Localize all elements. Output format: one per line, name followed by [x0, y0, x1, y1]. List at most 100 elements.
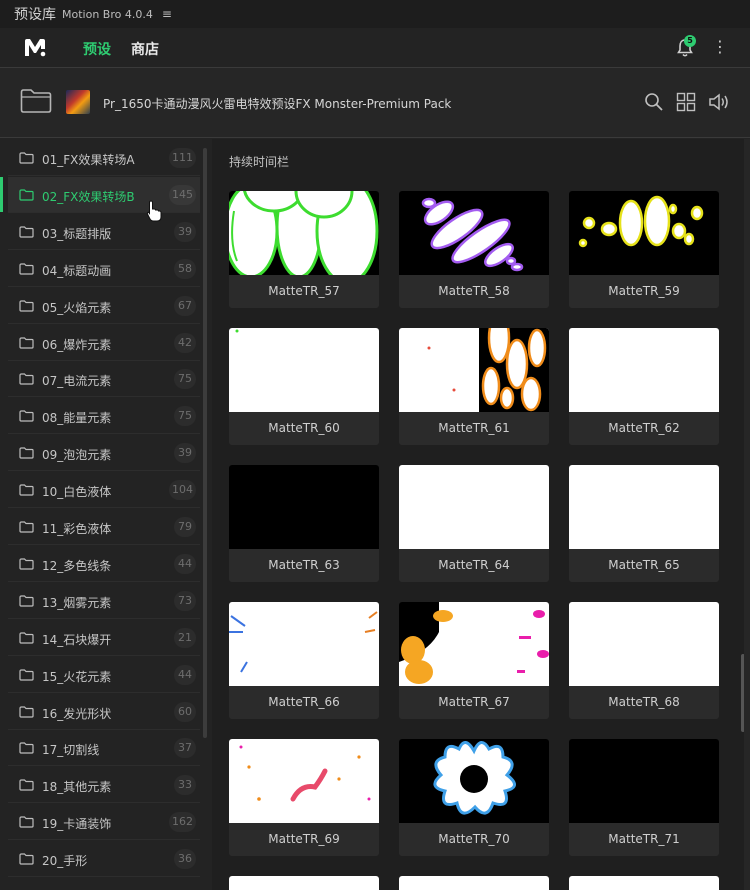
folder-icon [19, 853, 34, 865]
sidebar-item[interactable]: 18_其他元素 33 [8, 767, 200, 804]
folder-icon [19, 668, 34, 681]
sidebar-item-count: 75 [174, 369, 196, 390]
preset-label: MatteTR_70 [438, 832, 510, 846]
preset-card-partial[interactable] [229, 876, 379, 890]
preset-thumbnail [229, 739, 379, 823]
preset-card[interactable]: MatteTR_66 [229, 602, 379, 719]
sidebar-item-label: 08_能量元素 [42, 411, 112, 426]
preset-card[interactable]: MatteTR_64 [399, 465, 549, 582]
preset-thumbnail [569, 191, 719, 275]
search-icon[interactable] [644, 92, 664, 112]
preset-label: MatteTR_58 [438, 284, 510, 298]
sidebar-item-label: 04_标题动画 [42, 263, 112, 278]
preset-card[interactable]: MatteTR_62 [569, 328, 719, 445]
tab-store[interactable]: 商店 [131, 39, 159, 59]
preset-card-partial[interactable] [569, 876, 719, 890]
folder-icon[interactable] [20, 88, 52, 114]
folder-icon [19, 742, 34, 754]
preset-thumbnail [399, 602, 549, 686]
sidebar-item[interactable]: 14_石块爆开 21 [8, 620, 200, 656]
preset-card[interactable]: MatteTR_60 [229, 328, 379, 445]
preset-thumbnail [229, 328, 379, 412]
preset-label: MatteTR_63 [268, 558, 340, 572]
sidebar-item-label: 14_石块爆开 [42, 632, 112, 647]
window-title: 预设库 [14, 7, 56, 23]
sidebar-item-count: 39 [174, 443, 196, 464]
sidebar-item-label: 09_泡泡元素 [42, 448, 112, 463]
sidebar-item[interactable]: 03_标题排版 39 [8, 214, 200, 250]
grid-view-icon[interactable] [676, 92, 696, 112]
sidebar-item[interactable]: 04_标题动画 58 [8, 251, 200, 287]
folder-icon [19, 447, 34, 459]
sidebar-item-label: 10_白色液体 [42, 485, 112, 500]
sidebar-item[interactable]: 06_爆炸元素 42 [8, 325, 200, 361]
pack-title: Pr_1650卡通动漫风火雷电特效预设FX Monster-Premium Pa… [103, 97, 452, 111]
sidebar-item[interactable]: 05_火焰元素 67 [8, 288, 200, 324]
sidebar-item-label: 03_标题排版 [42, 226, 112, 241]
sidebar-item[interactable]: 19_卡通装饰 162 [8, 804, 200, 841]
preset-card[interactable]: MatteTR_59 [569, 191, 719, 308]
sidebar-item-count: 21 [174, 627, 196, 648]
sidebar-item[interactable]: 16_发光形状 60 [8, 694, 200, 730]
panel-menu-icon[interactable]: ≡ [162, 7, 172, 21]
top-navigation: 预设 商店 5 ⋮ [0, 28, 750, 70]
motion-bro-logo[interactable] [24, 38, 46, 58]
sidebar-item[interactable]: 15_火花元素 44 [8, 657, 200, 693]
sidebar-item[interactable]: 07_电流元素 75 [8, 361, 200, 398]
preset-card[interactable]: MatteTR_57 [229, 191, 379, 308]
preset-thumbnail [569, 602, 719, 686]
preset-card[interactable]: MatteTR_69 [229, 739, 379, 856]
sidebar-item[interactable]: 20_手形 36 [8, 841, 200, 878]
sidebar-item[interactable]: 11_彩色液体 79 [8, 509, 200, 545]
notification-badge: 5 [684, 35, 696, 47]
sidebar-item[interactable]: 12_多色线条 44 [8, 546, 200, 582]
sidebar-item[interactable]: 02_FX效果转场B 145 [0, 176, 200, 213]
preset-label: MatteTR_59 [608, 284, 680, 298]
folder-icon [19, 632, 34, 644]
sidebar-item-count: 75 [174, 406, 196, 427]
sidebar-item[interactable]: 09_泡泡元素 39 [8, 435, 200, 472]
sidebar-item-label: 01_FX效果转场A [42, 153, 135, 167]
folder-icon [19, 263, 34, 275]
sidebar-item-label: 13_烟雾元素 [42, 595, 112, 610]
sidebar-item[interactable]: 08_能量元素 75 [8, 398, 200, 435]
sidebar-item-label: 20_手形 [42, 854, 88, 869]
folder-icon [19, 152, 34, 164]
preset-card[interactable]: MatteTR_70 [399, 739, 549, 856]
sidebar-item-count: 104 [169, 480, 196, 501]
preset-label: MatteTR_68 [608, 695, 680, 709]
sound-icon[interactable] [708, 92, 732, 112]
folder-icon [19, 705, 34, 718]
sidebar-item-count: 162 [169, 812, 196, 833]
sidebar-item-count: 79 [174, 517, 196, 537]
preset-label: MatteTR_62 [608, 421, 680, 435]
more-options-icon[interactable]: ⋮ [712, 38, 728, 56]
preset-card[interactable]: MatteTR_68 [569, 602, 719, 719]
preset-card[interactable]: MatteTR_58 [399, 191, 549, 308]
sidebar-scrollbar[interactable] [203, 148, 207, 738]
sidebar-item-label: 16_发光形状 [42, 706, 112, 721]
sidebar-item[interactable]: 01_FX效果转场A 111 [8, 140, 200, 176]
folder-icon [19, 373, 34, 385]
sidebar-item-count: 111 [169, 148, 196, 168]
preset-card[interactable]: MatteTR_67 [399, 602, 549, 719]
preset-card[interactable]: MatteTR_61 [399, 328, 549, 445]
preset-label: MatteTR_66 [268, 695, 340, 709]
sidebar-item[interactable]: 17_切割线 37 [8, 730, 200, 767]
preset-card-partial[interactable] [399, 876, 549, 890]
preset-card[interactable]: MatteTR_65 [569, 465, 719, 582]
window-titlebar: 预设库 Motion Bro 4.0.4 ≡ [0, 0, 750, 28]
preset-card[interactable]: MatteTR_71 [569, 739, 719, 856]
tab-presets[interactable]: 预设 [83, 39, 111, 70]
sidebar-item-count: 36 [174, 849, 196, 870]
sidebar-item-count: 42 [174, 332, 196, 353]
preset-card[interactable]: MatteTR_63 [229, 465, 379, 582]
sidebar-item-count: 73 [174, 590, 196, 611]
sidebar-item[interactable]: 13_烟雾元素 73 [8, 583, 200, 619]
app-version: Motion Bro 4.0.4 [62, 7, 153, 21]
sidebar-item-label: 12_多色线条 [42, 558, 112, 573]
sidebar-item-count: 33 [174, 775, 196, 796]
section-title: 持续时间栏 [229, 155, 290, 169]
preset-label: MatteTR_69 [268, 832, 340, 846]
sidebar-item[interactable]: 10_白色液体 104 [8, 472, 200, 509]
